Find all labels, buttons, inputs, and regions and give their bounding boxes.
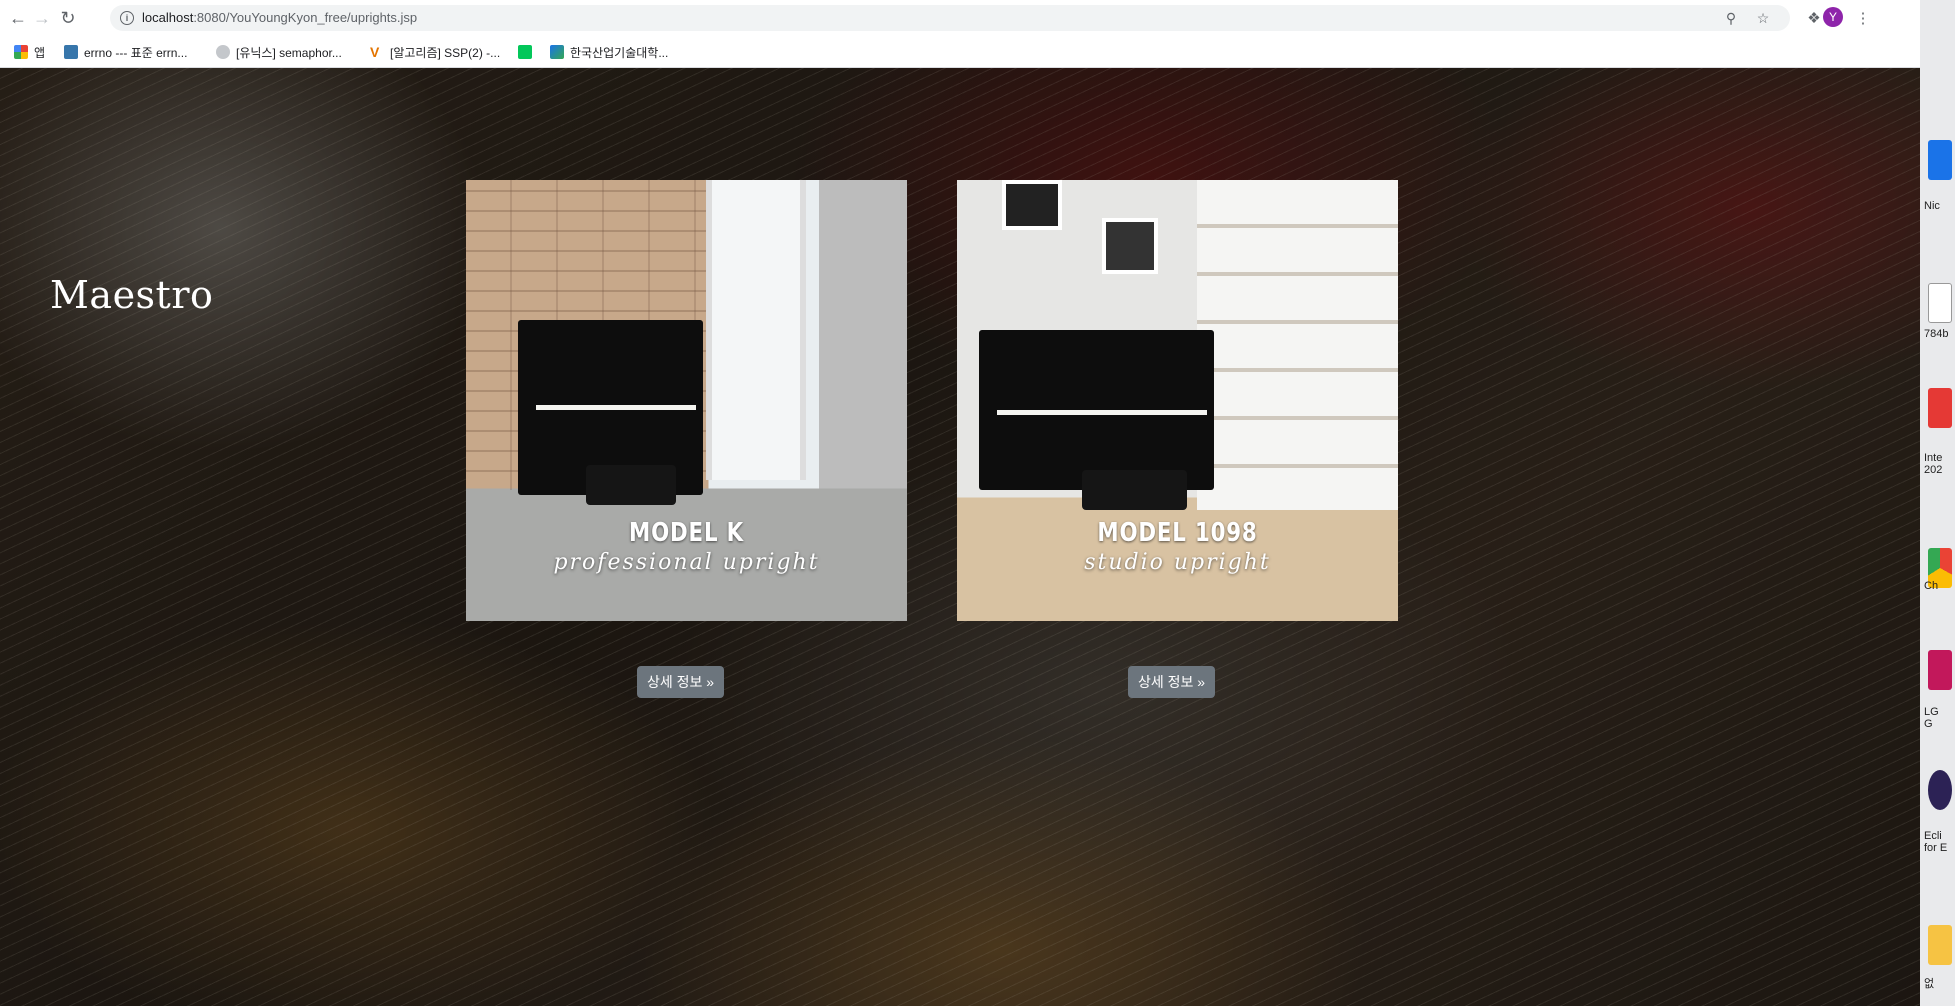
bookmark-star-icon[interactable]: ☆ [1754,9,1772,27]
blog-icon [518,45,532,59]
desktop-edge: Nic 784b Inte 202 Ch LG G Ecli for E 없 [1920,0,1955,1006]
eclipse-icon[interactable] [1928,770,1952,810]
bookmark-label: [유닉스] semaphor... [236,45,342,60]
detail-button[interactable]: 상세 정보 » [1128,666,1216,698]
browser-toolbar: ← → ↻ i localhost:8080/YouYoungKyon_free… [0,0,1920,36]
detail-button[interactable]: 상세 정보 » [637,666,725,698]
model-caption: MODEL K professional upright [466,518,907,575]
model-card[interactable]: MODEL K professional upright [466,180,907,621]
bookmarks-bar: 앱 errno --- 표준 errn... [유닉스] semaphor...… [0,36,1920,68]
bookmark-naver-blog[interactable] [518,43,538,61]
velog-icon: V [370,44,380,60]
file-icon[interactable] [1928,283,1952,323]
model-card[interactable]: MODEL 1098 studio upright [957,180,1398,621]
shortcut-icon[interactable] [1928,140,1952,180]
address-bar[interactable]: i localhost:8080/YouYoungKyon_free/uprig… [110,5,1790,31]
folder-icon[interactable] [1928,925,1952,965]
profile-avatar[interactable]: Y [1823,7,1843,27]
bookmark-label: [알고리즘] SSP(2) -... [390,45,501,60]
back-arrow-icon[interactable]: ← [6,6,30,30]
menu-kebab-icon[interactable]: ⋮ [1852,7,1874,29]
desktop-icon-label: LG G [1924,706,1939,730]
apps-grid-icon [14,45,28,59]
university-icon [550,45,564,59]
python-icon [64,45,78,59]
desktop-icon-label: Inte 202 [1924,452,1943,476]
desktop-icon-label: 없 [1924,978,1935,990]
bookmark-label: 한국산업기술대학... [570,45,669,60]
model-subtitle: professional upright [553,550,820,575]
cloud-icon [216,45,230,59]
info-icon[interactable]: i [120,11,134,25]
extensions-puzzle-icon[interactable]: ❖ [1803,7,1825,29]
bookmark-errno[interactable]: errno --- 표준 errn... [64,43,187,61]
desktop-icon-label: 784b [1924,328,1949,340]
forward-arrow-icon[interactable]: → [30,6,54,30]
bookmark-apps[interactable]: 앱 [14,43,45,61]
url-path: :8080/YouYoungKyon_free/uprights.jsp [193,10,418,25]
zoom-icon[interactable]: ⚲ [1722,9,1740,27]
page-content: Maestro MODEL K professional upright MOD… [0,68,1920,1006]
bookmark-algorithm[interactable]: V [알고리즘] SSP(2) -... [370,43,500,61]
bookmark-semaphore[interactable]: [유닉스] semaphor... [216,43,342,61]
browser-window: ← → ↻ i localhost:8080/YouYoungKyon_free… [0,0,1920,1006]
model-subtitle: studio upright [1084,550,1271,575]
model-name: MODEL 1098 [1097,518,1258,548]
url-host: localhost [142,10,194,25]
bookmark-label: 앱 [34,45,46,60]
url-text[interactable]: localhost:8080/YouYoungKyon_free/upright… [142,10,417,25]
model-caption: MODEL 1098 studio upright [957,518,1398,575]
desktop-icon-label: Ch [1924,580,1939,592]
reload-icon[interactable]: ↻ [56,6,80,30]
model-name: MODEL K [629,518,744,548]
bookmark-label: errno --- 표준 errn... [84,45,188,60]
brand-title[interactable]: Maestro [50,273,213,317]
bookmark-kpu[interactable]: 한국산업기술대학... [550,43,668,61]
desktop-icon-label: Ecli for E [1924,830,1948,854]
desktop-icon-label: Nic [1924,200,1940,212]
shortcut-icon[interactable] [1928,650,1952,690]
shortcut-icon[interactable] [1928,388,1952,428]
